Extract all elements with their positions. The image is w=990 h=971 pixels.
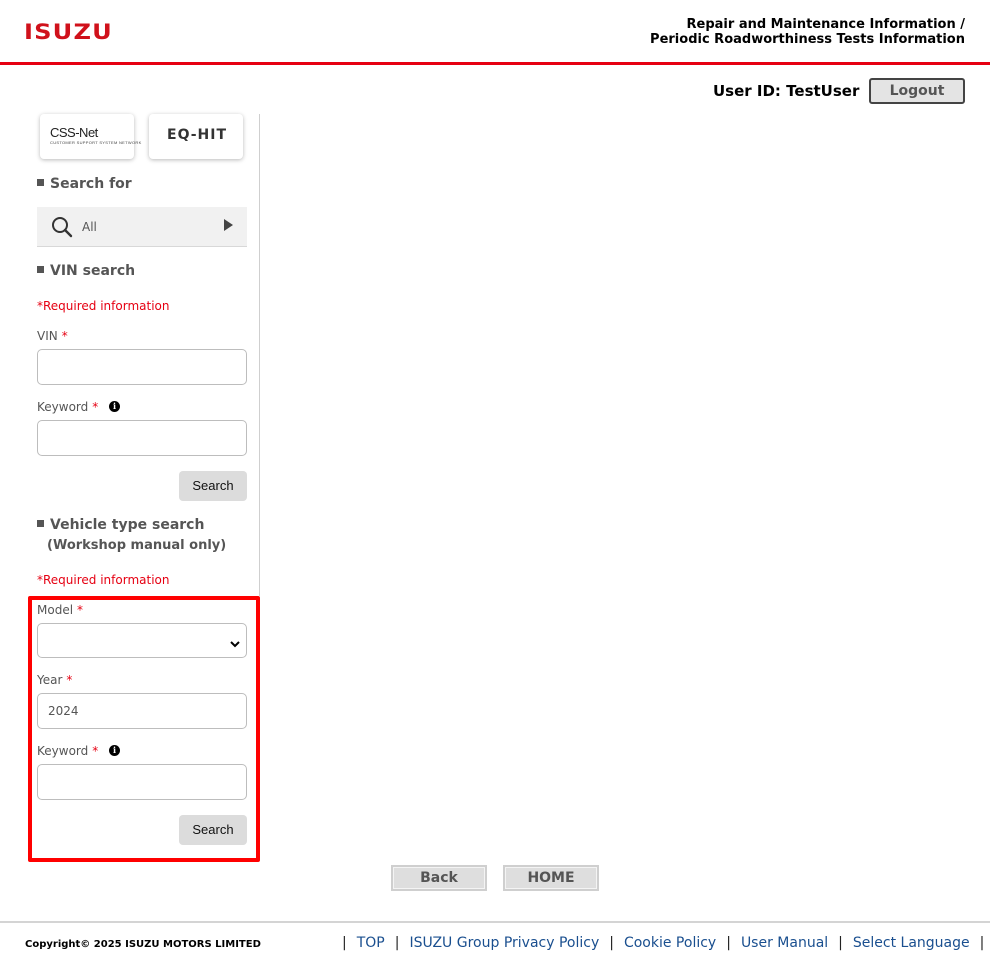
footer-separator: | — [726, 935, 731, 951]
bullet-icon — [37, 266, 44, 273]
back-button[interactable]: Back — [391, 865, 487, 891]
isuzu-logo[interactable]: ISUZU — [24, 20, 113, 44]
logout-button[interactable]: Logout — [869, 78, 965, 104]
info-icon[interactable]: i — [109, 401, 120, 412]
footer-link-user-manual[interactable]: User Manual — [741, 935, 828, 951]
css-net-subtitle: CUSTOMER SUPPORT SYSTEM NETWORK — [50, 140, 142, 145]
site-title-line2: Periodic Roadworthiness Tests Informatio… — [650, 32, 965, 47]
copyright-text: Copyright© 2025 ISUZU MOTORS LIMITED — [25, 939, 261, 950]
footer-separator: | — [609, 935, 614, 951]
eq-hit-label: EQ-HIT — [167, 127, 228, 143]
highlight-box — [28, 596, 260, 862]
header-divider — [0, 62, 990, 65]
vin-label: VIN * — [37, 329, 68, 343]
user-id-text: User ID: TestUser — [713, 82, 860, 100]
vin-keyword-input[interactable] — [37, 420, 247, 456]
home-button[interactable]: HOME — [503, 865, 599, 891]
vin-keyword-label-text: Keyword — [37, 400, 89, 414]
vin-search-heading-text: VIN search — [50, 263, 136, 279]
footer-divider — [0, 921, 990, 923]
magnifier-icon — [51, 216, 73, 242]
search-for-heading: Search for — [37, 176, 132, 192]
vehicle-type-search-heading: Vehicle type search — [37, 517, 204, 533]
css-net-title: CSS-Net — [50, 125, 98, 140]
eq-hit-link[interactable]: EQ-HIT — [149, 114, 243, 159]
vin-keyword-label: Keyword * — [37, 400, 98, 414]
sidebar-divider — [259, 114, 260, 596]
vin-label-text: VIN — [37, 329, 58, 343]
footer-link-privacy-policy[interactable]: ISUZU Group Privacy Policy — [409, 935, 599, 951]
footer-separator: | — [394, 935, 400, 951]
search-for-heading-text: Search for — [50, 176, 132, 192]
search-for-value: All — [82, 220, 97, 234]
required-marker: * — [61, 329, 68, 343]
footer-link-select-language[interactable]: Select Language — [853, 935, 970, 951]
play-arrow-icon — [224, 219, 233, 231]
footer-link-cookie-policy[interactable]: Cookie Policy — [624, 935, 716, 951]
footer-links: | TOP | ISUZU Group Privacy Policy | Cookie P… — [342, 935, 984, 951]
footer-link-top[interactable]: TOP — [357, 935, 385, 951]
vin-search-heading: VIN search — [37, 263, 135, 279]
vehicle-type-search-subheading: (Workshop manual only) — [47, 538, 227, 553]
vin-search-button[interactable]: Search — [179, 471, 247, 501]
css-net-link[interactable]: CSS-Net CUSTOMER SUPPORT SYSTEM NETWORK — [40, 114, 141, 159]
bullet-icon — [37, 179, 44, 186]
required-marker: * — [92, 400, 99, 414]
search-for-selector[interactable]: All — [37, 207, 247, 247]
site-title: Repair and Maintenance Information / Per… — [650, 17, 965, 47]
vehicle-type-search-heading-text: Vehicle type search — [50, 517, 205, 533]
vin-input[interactable] — [37, 349, 247, 385]
bullet-icon — [37, 520, 44, 527]
vehicle-required-note: *Required information — [37, 573, 170, 587]
footer-separator: | — [838, 935, 843, 951]
footer-separator: | — [979, 935, 985, 951]
site-title-line1: Repair and Maintenance Information / — [686, 17, 965, 32]
footer-separator: | — [342, 935, 347, 951]
vin-required-note: *Required information — [37, 299, 170, 313]
